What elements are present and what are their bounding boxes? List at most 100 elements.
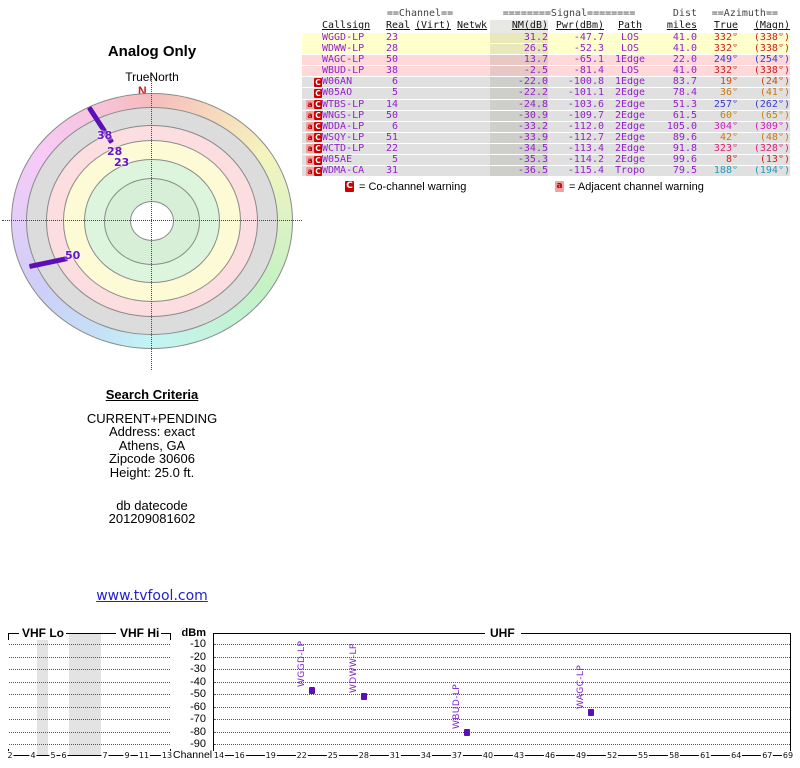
signal-marker-label-WBUD-LP: WBUD-LP (452, 684, 463, 730)
cell-pwr-dbm: -112.7 (567, 132, 604, 143)
panel-label-vhf-lo: VHF Lo (20, 626, 66, 640)
cell-path: LOS (620, 66, 640, 77)
cell-real-channel: 23 (386, 33, 399, 43)
signal-marker-label-WDWW-LP: WDWW-LP (348, 643, 359, 693)
channel-tick-31: 31 (388, 751, 401, 760)
cell-miles: 83.7 (672, 77, 697, 88)
cell-path: 2Edge (614, 132, 646, 143)
criteria-line-zip: Zipcode 30606 (108, 451, 195, 467)
y-tick--80: -80 (190, 725, 206, 738)
cell-callsign: WDDA-LP (322, 121, 365, 132)
cell-virt-channel (412, 122, 454, 132)
channel-tick-34: 34 (419, 751, 432, 760)
tvfool-link[interactable]: www.tvfool.com (96, 588, 208, 604)
channel-tick-61: 61 (699, 751, 712, 760)
gridline (9, 656, 170, 658)
cell-magnetic-azimuth: (13°) (759, 155, 790, 166)
cell-magnetic-azimuth: (338°) (753, 33, 790, 43)
cell-magnetic-azimuth: (328°) (753, 143, 790, 154)
cell-network (454, 55, 490, 65)
table-row-WDMA-CA: a C WDMA-CA 31 -36.5 -115.4 Tropo 79.5 188° (194°… (302, 166, 790, 178)
co-channel-legend-text: = Co-channel warning (359, 181, 467, 193)
table-row-WGGD-LP: WGGD-LP 23 31.2 -47.7 LOS 41.0 332° (338°) (302, 33, 790, 45)
cell-magnetic-azimuth: (254°) (753, 55, 790, 66)
cell-network (454, 44, 490, 54)
cell-pwr-dbm: -112.0 (567, 121, 604, 132)
cell-network (454, 155, 490, 165)
warning-flags: aC (302, 144, 322, 154)
cell-magnetic-azimuth: (48°) (759, 132, 790, 143)
col-path: Path (617, 20, 643, 31)
cell-virt-channel (412, 77, 454, 87)
cell-true-azimuth: 249° (713, 55, 738, 66)
channel-tick-69: 69 (781, 751, 795, 760)
cell-pwr-dbm: -65.1 (573, 55, 604, 66)
cell-nm-db: 26.5 (490, 44, 548, 55)
adjacent-channel-warning-icon: a (306, 111, 314, 121)
cell-real-channel: 38 (386, 66, 399, 77)
cell-callsign: WSQY-LP (322, 132, 365, 143)
cell-callsign: WCTD-LP (322, 143, 365, 154)
x-axis-label: Channel (173, 749, 213, 761)
cell-miles: 89.6 (672, 132, 697, 143)
cell-virt-channel (412, 33, 454, 43)
cell-path: 2Edge (614, 88, 646, 99)
cell-pwr-dbm: -100.8 (567, 77, 604, 88)
cell-nm-db: -35.3 (490, 155, 548, 166)
cell-miles: 79.5 (672, 166, 697, 177)
signal-marker-label-WGGD-LP: WGGD-LP (297, 640, 308, 688)
channel-tick-67: 67 (761, 751, 774, 760)
signal-marker-WAGC-LP (588, 708, 595, 716)
cell-network (454, 66, 490, 76)
cell-pwr-dbm: -81.4 (573, 66, 604, 77)
cell-callsign: W05AE (322, 155, 353, 166)
warning-flags: aC (302, 133, 322, 143)
table-row-W06AN: C W06AN 6 -22.0 -100.8 1Edge 83.7 19° (24°) (302, 77, 790, 89)
cell-miles: 99.6 (672, 155, 697, 166)
warning-flags: aC (302, 166, 322, 176)
gridline (9, 744, 170, 745)
adjacent-channel-warning-icon: a (555, 181, 564, 192)
cell-magnetic-azimuth: (41°) (759, 88, 790, 99)
cell-network (454, 77, 490, 87)
col-callsign: Callsign (322, 20, 371, 31)
cell-true-azimuth: 60° (719, 110, 738, 121)
cell-real-channel: 51 (386, 132, 399, 143)
panel-label-vhf-hi: VHF Hi (118, 626, 162, 640)
gridline (214, 719, 790, 720)
channel-tick-14: 14 (212, 751, 226, 760)
cell-nm-db: -30.9 (490, 110, 548, 121)
co-channel-warning-icon: C (314, 100, 322, 110)
cell-real-channel: 6 (391, 77, 398, 88)
cell-magnetic-azimuth: (338°) (753, 66, 790, 77)
cell-path: 2Edge (614, 143, 646, 154)
cell-nm-db: -2.5 (490, 66, 548, 77)
cell-network (454, 33, 490, 43)
co-channel-warning-icon: C (314, 155, 322, 165)
cell-path: Tropo (614, 166, 646, 177)
warning-flags: C (302, 88, 322, 99)
table-group-header: ==Channel== ========Signal======== Dist … (302, 8, 790, 20)
adjacent-channel-warning-icon: a (306, 122, 314, 132)
cell-path: 2Edge (614, 110, 646, 121)
db-datecode-value: 201209081602 (108, 511, 196, 527)
cell-miles: 41.0 (672, 44, 697, 55)
gridline (214, 694, 790, 695)
cell-network (454, 144, 490, 154)
cell-callsign: WNGS-LP (322, 110, 365, 121)
channel-tick-19: 19 (264, 751, 277, 760)
cell-nm-db: 13.7 (490, 55, 548, 66)
cell-nm-db: -22.0 (490, 77, 548, 88)
channel-tick-58: 58 (668, 751, 681, 760)
table-row-WTBS-LP: a C WTBS-LP 14 -24.8 -103.6 2Edge 51.3 257° (262°… (302, 99, 790, 111)
cell-virt-channel (412, 144, 454, 154)
cell-pwr-dbm: -109.7 (567, 110, 604, 121)
table-row-WBUD-LP: WBUD-LP 38 -2.5 -81.4 LOS 41.0 332° (338°) (302, 66, 790, 78)
criteria-line-city: Athens, GA (118, 437, 186, 453)
cell-callsign: W06AN (322, 77, 353, 88)
adjacent-channel-legend-text: = Adjacent channel warning (569, 181, 704, 193)
polar-plot-subtitle: TrueNorth (125, 70, 179, 84)
cell-virt-channel (412, 88, 454, 98)
channel-tick-49: 49 (574, 751, 588, 760)
cell-miles: 61.5 (672, 110, 697, 121)
